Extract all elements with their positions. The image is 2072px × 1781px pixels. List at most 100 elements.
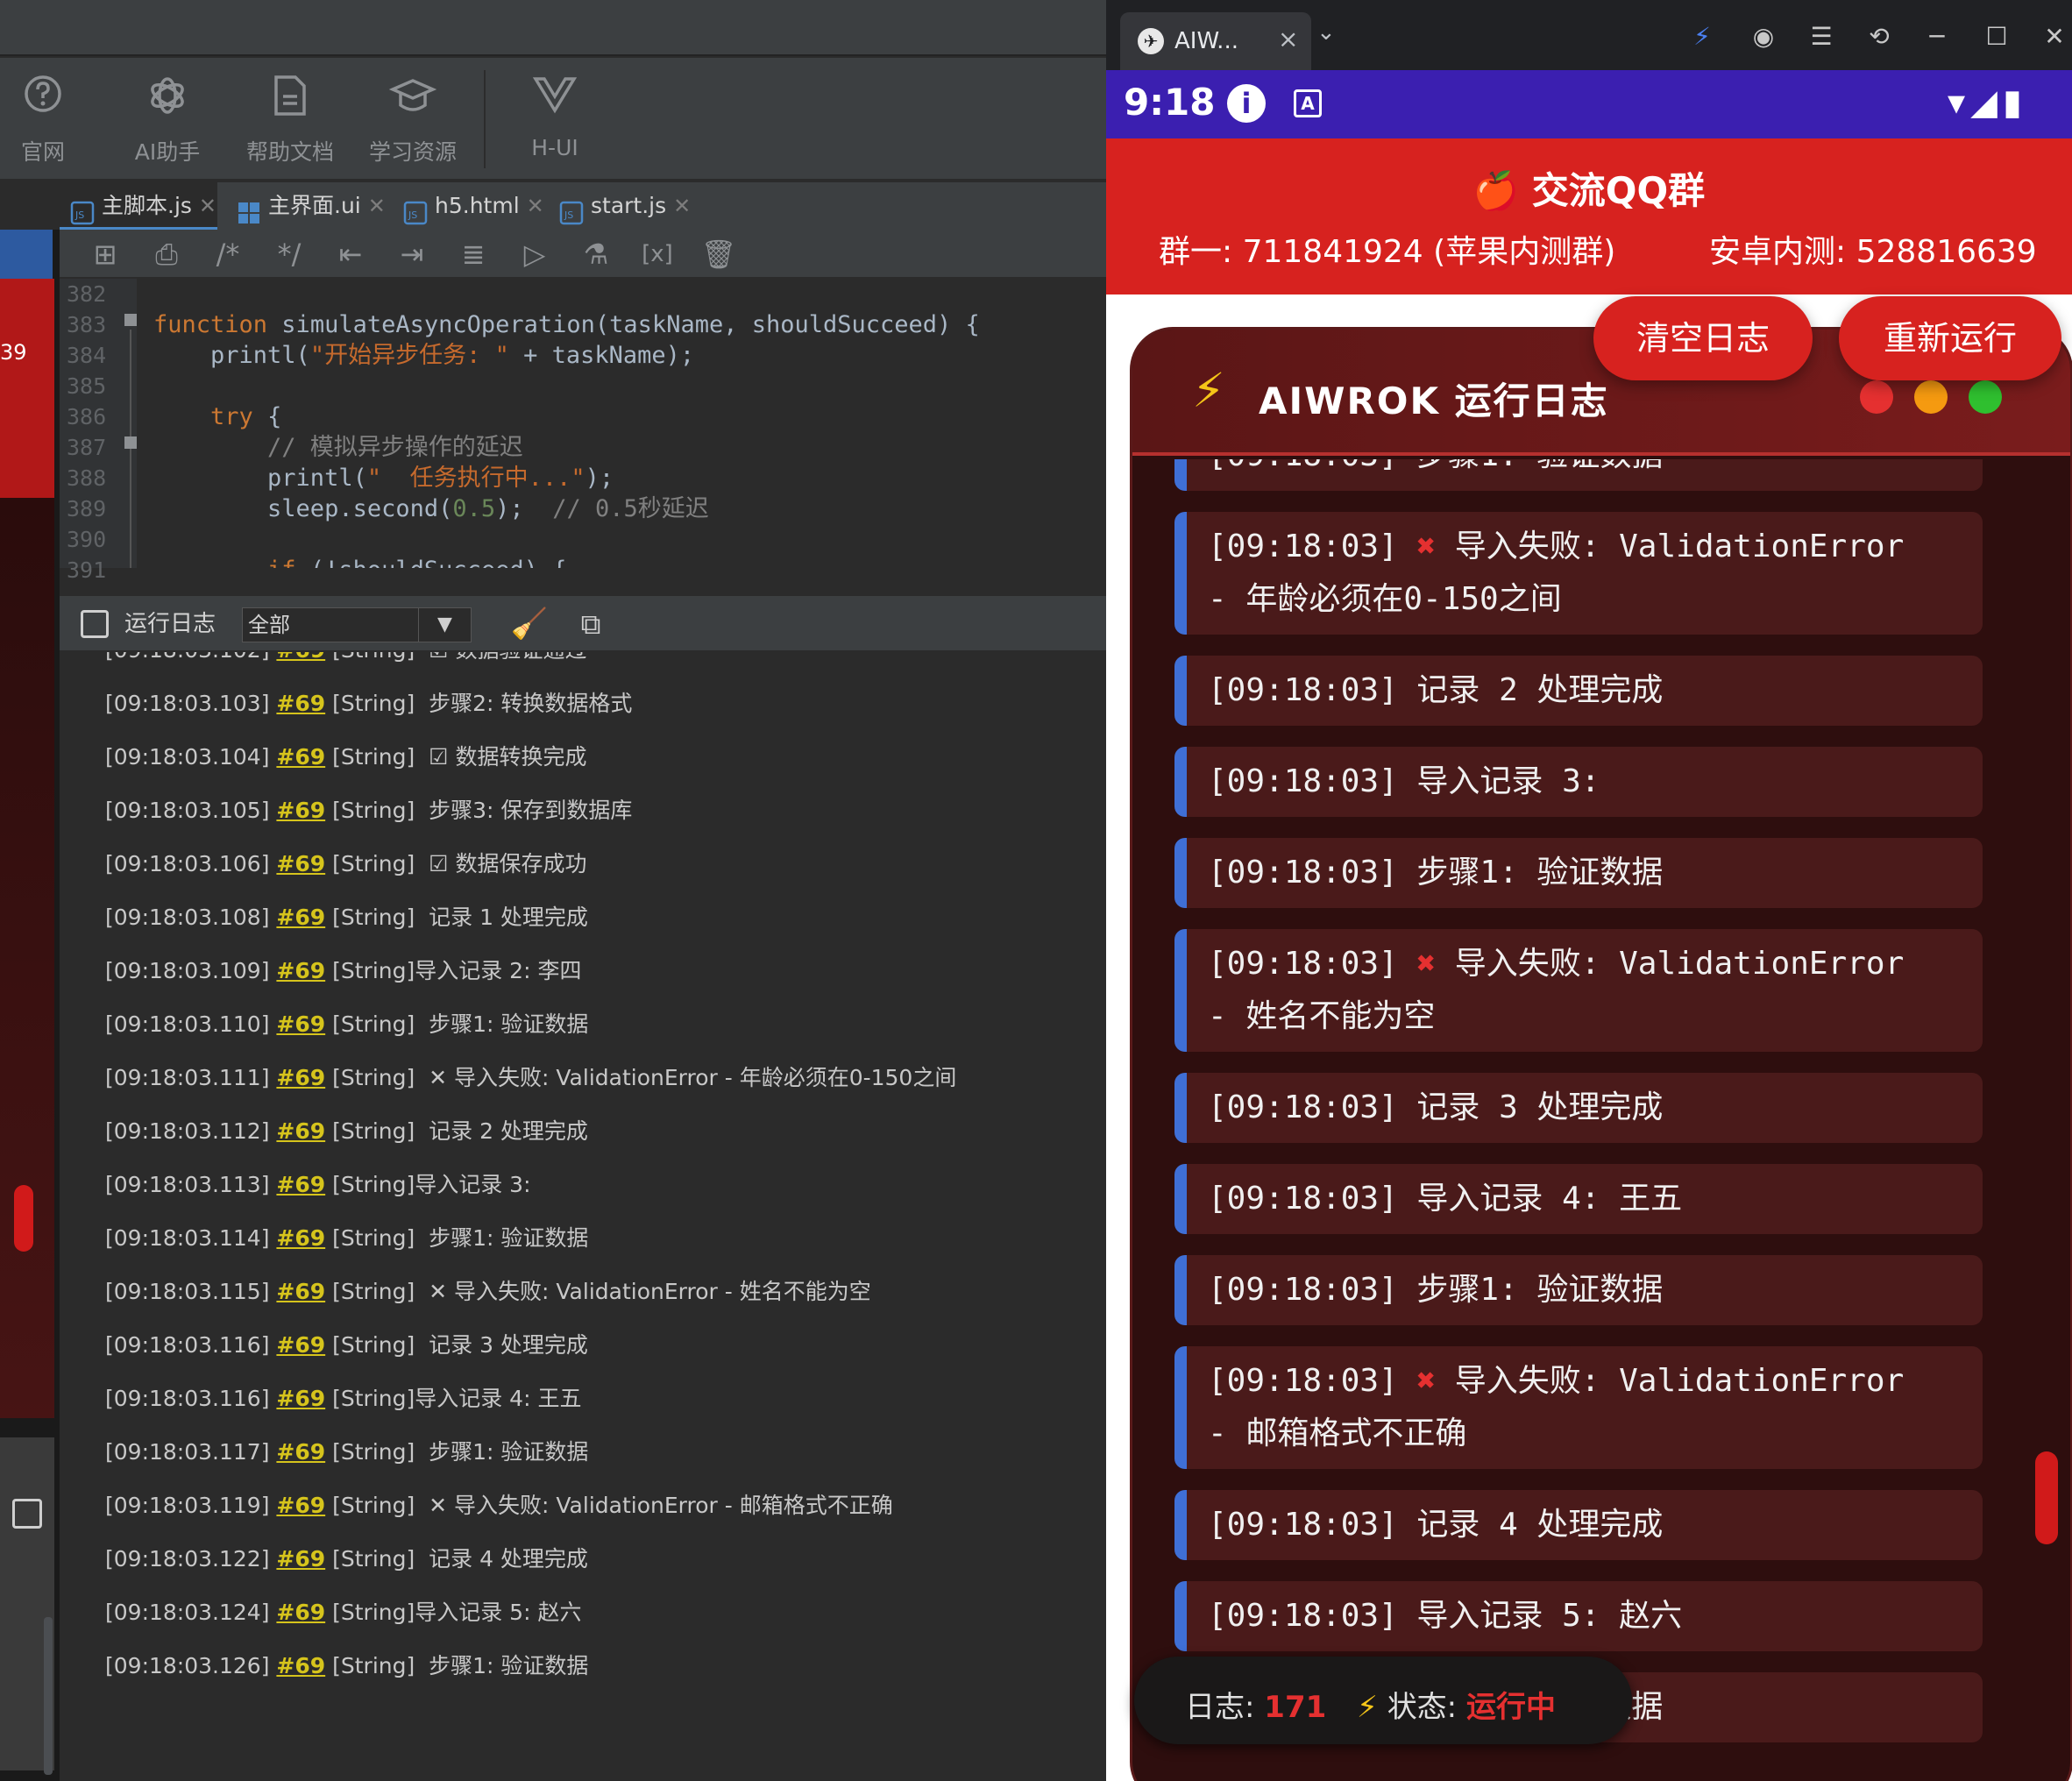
run-log-entry-line: [09:18:03] 记录 3 处理完成 <box>1208 1089 1664 1125</box>
log-line: [09:18:03.109] #69 [String]导入记录 2: 李四 <box>105 954 581 989</box>
run-log-entry: [09:18:03] 记录 2 处理完成 <box>1174 656 1983 726</box>
log-panel-header: 运行日志 全部 ▼ 🧹 ⧉ <box>60 594 1106 650</box>
broom-icon[interactable]: 🧹 <box>510 605 549 643</box>
log-type: [String] <box>332 1225 415 1251</box>
run-icon[interactable]: ▷ <box>515 237 554 272</box>
run-log-entry-line: [09:18:03] 步骤1: 验证数据 <box>1208 459 1983 482</box>
log-type: [String] <box>332 1546 415 1572</box>
clear-log-button[interactable]: 清空日志 <box>1593 296 1813 380</box>
log-count-stat: 日志: 171 <box>1185 1683 1326 1726</box>
tab-label: h5.html <box>435 193 520 218</box>
screen-rotate-icon[interactable]: ⟲ <box>1862 19 1897 54</box>
log-source-link[interactable]: #69 <box>276 1493 325 1518</box>
run-log-panel: ⚡ AIWROK 运行日志 [09:18:03] 步骤1: 验证数据[09:18… <box>1132 330 2070 1781</box>
log-source-link[interactable]: #69 <box>276 1225 325 1251</box>
menu-icon[interactable]: ☰ <box>1804 19 1839 54</box>
log-source-link[interactable]: #69 <box>276 1386 325 1411</box>
flask-icon[interactable]: ⚗ <box>577 237 615 272</box>
log-source-link[interactable]: #69 <box>276 744 325 770</box>
log-source-link[interactable]: #69 <box>276 958 325 983</box>
rerun-button[interactable]: 重新运行 <box>1839 296 2061 380</box>
log-type: [String] <box>332 1653 415 1678</box>
fold-toggle-icon[interactable] <box>124 436 137 449</box>
signal-icons: ▾◢▮ <box>1948 82 2027 123</box>
comment-end-icon[interactable]: */ <box>270 237 309 272</box>
run-log-entry-line: [09:18:03] 步骤1: 验证数据 <box>1208 1272 1664 1308</box>
toolbar-docs-button[interactable]: 帮助文档 <box>233 74 347 172</box>
toolbar-hui-button[interactable]: H-UI <box>498 74 612 172</box>
log-message: ✕ 导入失败: ValidationError - 邮箱格式不正确 <box>415 1493 893 1518</box>
log-source-link[interactable]: #69 <box>276 798 325 823</box>
fold-toggle-icon[interactable] <box>124 314 137 326</box>
minimize-icon[interactable]: ─ <box>1919 19 1955 54</box>
log-scrollbar[interactable] <box>44 1617 53 1775</box>
lightning-extension-icon[interactable]: ⚡ <box>1685 19 1720 54</box>
toolbar-ai-button[interactable]: AI助手 <box>110 74 224 172</box>
log-filter-value: 全部 <box>248 613 290 637</box>
side-expand-icon[interactable] <box>12 1499 42 1529</box>
log-source-link[interactable]: #69 <box>276 1600 325 1625</box>
toolbar-learning-button[interactable]: 学习资源 <box>356 74 470 172</box>
print-icon[interactable]: ⎙ <box>147 237 186 272</box>
expand-window-icon[interactable]: ⧉ <box>571 605 610 643</box>
lightning-icon: ⚡ <box>1192 363 1225 418</box>
trash-icon[interactable]: 🗑 <box>699 237 738 272</box>
log-source-link[interactable]: #69 <box>276 1439 325 1465</box>
tab-main-script[interactable]: JS 主脚本.js ✕ <box>60 182 217 230</box>
log-message: ☑ 数据保存成功 <box>415 851 587 876</box>
log-filter-select[interactable]: 全部 ▼ <box>242 607 472 642</box>
log-source-link[interactable]: #69 <box>276 1118 325 1144</box>
outdent-icon[interactable]: ⇤ <box>331 237 370 272</box>
log-source-link[interactable]: #69 <box>276 1653 325 1678</box>
error-x-icon: ✖ <box>1416 529 1437 564</box>
toolbar-website-button[interactable]: 官网 <box>0 74 100 172</box>
traffic-dot-red <box>1860 380 1893 414</box>
code-line: try { <box>210 403 282 430</box>
comment-start-icon[interactable]: /* <box>209 237 247 272</box>
close-icon[interactable]: ✕ <box>368 194 386 218</box>
profile-icon[interactable]: ◉ <box>1746 19 1781 54</box>
log-count-value: 171 <box>1264 1690 1327 1725</box>
log-source-link[interactable]: #69 <box>276 652 325 663</box>
tab-start-js[interactable]: JS start.js ✕ <box>549 182 698 230</box>
tab-main-ui[interactable]: 主界面.ui ✕ <box>226 182 389 230</box>
log-source-link[interactable]: #69 <box>276 851 325 876</box>
maximize-icon[interactable]: ☐ <box>1979 19 2014 54</box>
browser-tab[interactable]: ✈ AIW... × <box>1120 12 1311 70</box>
tab-h5-html[interactable]: JS h5.html ✕ <box>393 182 545 230</box>
log-message: 导入记录 5: 赵六 <box>415 1600 582 1625</box>
log-source-link[interactable]: #69 <box>276 1279 325 1304</box>
indent-icon[interactable]: ⇥ <box>393 237 431 272</box>
log-message: ✕ 导入失败: ValidationError - 年龄必须在0-150之间 <box>415 1065 957 1090</box>
variable-icon[interactable]: [x] <box>638 237 677 272</box>
log-source-link[interactable]: #69 <box>276 1332 325 1358</box>
log-message: 记录 1 处理完成 <box>415 905 588 930</box>
toolbar-divider <box>484 70 486 168</box>
close-icon[interactable]: ✕ <box>199 194 216 218</box>
phone-scrollbar[interactable] <box>2035 1451 2058 1544</box>
format-icon[interactable]: ≣ <box>454 237 493 272</box>
chevron-down-icon[interactable]: ⌄ <box>1316 19 1336 46</box>
close-window-icon[interactable]: ✕ <box>2037 19 2072 54</box>
log-source-link[interactable]: #69 <box>276 1546 325 1572</box>
log-source-link[interactable]: #69 <box>276 691 325 716</box>
side-preview-scrollbar[interactable] <box>14 1185 33 1252</box>
log-line: [09:18:03.113] #69 [String]导入记录 3: <box>105 1167 531 1203</box>
log-type: [String] <box>332 652 415 663</box>
log-type: [String] <box>332 1065 415 1090</box>
fold-line <box>130 330 131 568</box>
close-icon[interactable]: ✕ <box>673 194 691 218</box>
log-source-link[interactable]: #69 <box>276 1172 325 1197</box>
close-icon[interactable]: × <box>1278 25 1298 53</box>
log-type: [String] <box>332 691 415 716</box>
main-toolbar: 官网 AI助手 帮助文档 学习资源 H-UI <box>0 58 1106 181</box>
log-source-link[interactable]: #69 <box>276 1011 325 1037</box>
log-source-link[interactable]: #69 <box>276 905 325 930</box>
log-source-link[interactable]: #69 <box>276 1065 325 1090</box>
new-file-icon[interactable]: ⊞ <box>86 237 124 272</box>
code-editor[interactable]: function simulateAsyncOperation(taskName… <box>153 279 1100 568</box>
log-timestamp: [09:18:03.126] <box>105 1653 270 1678</box>
close-icon[interactable]: ✕ <box>527 194 544 218</box>
log-type: [String] <box>332 1439 415 1465</box>
